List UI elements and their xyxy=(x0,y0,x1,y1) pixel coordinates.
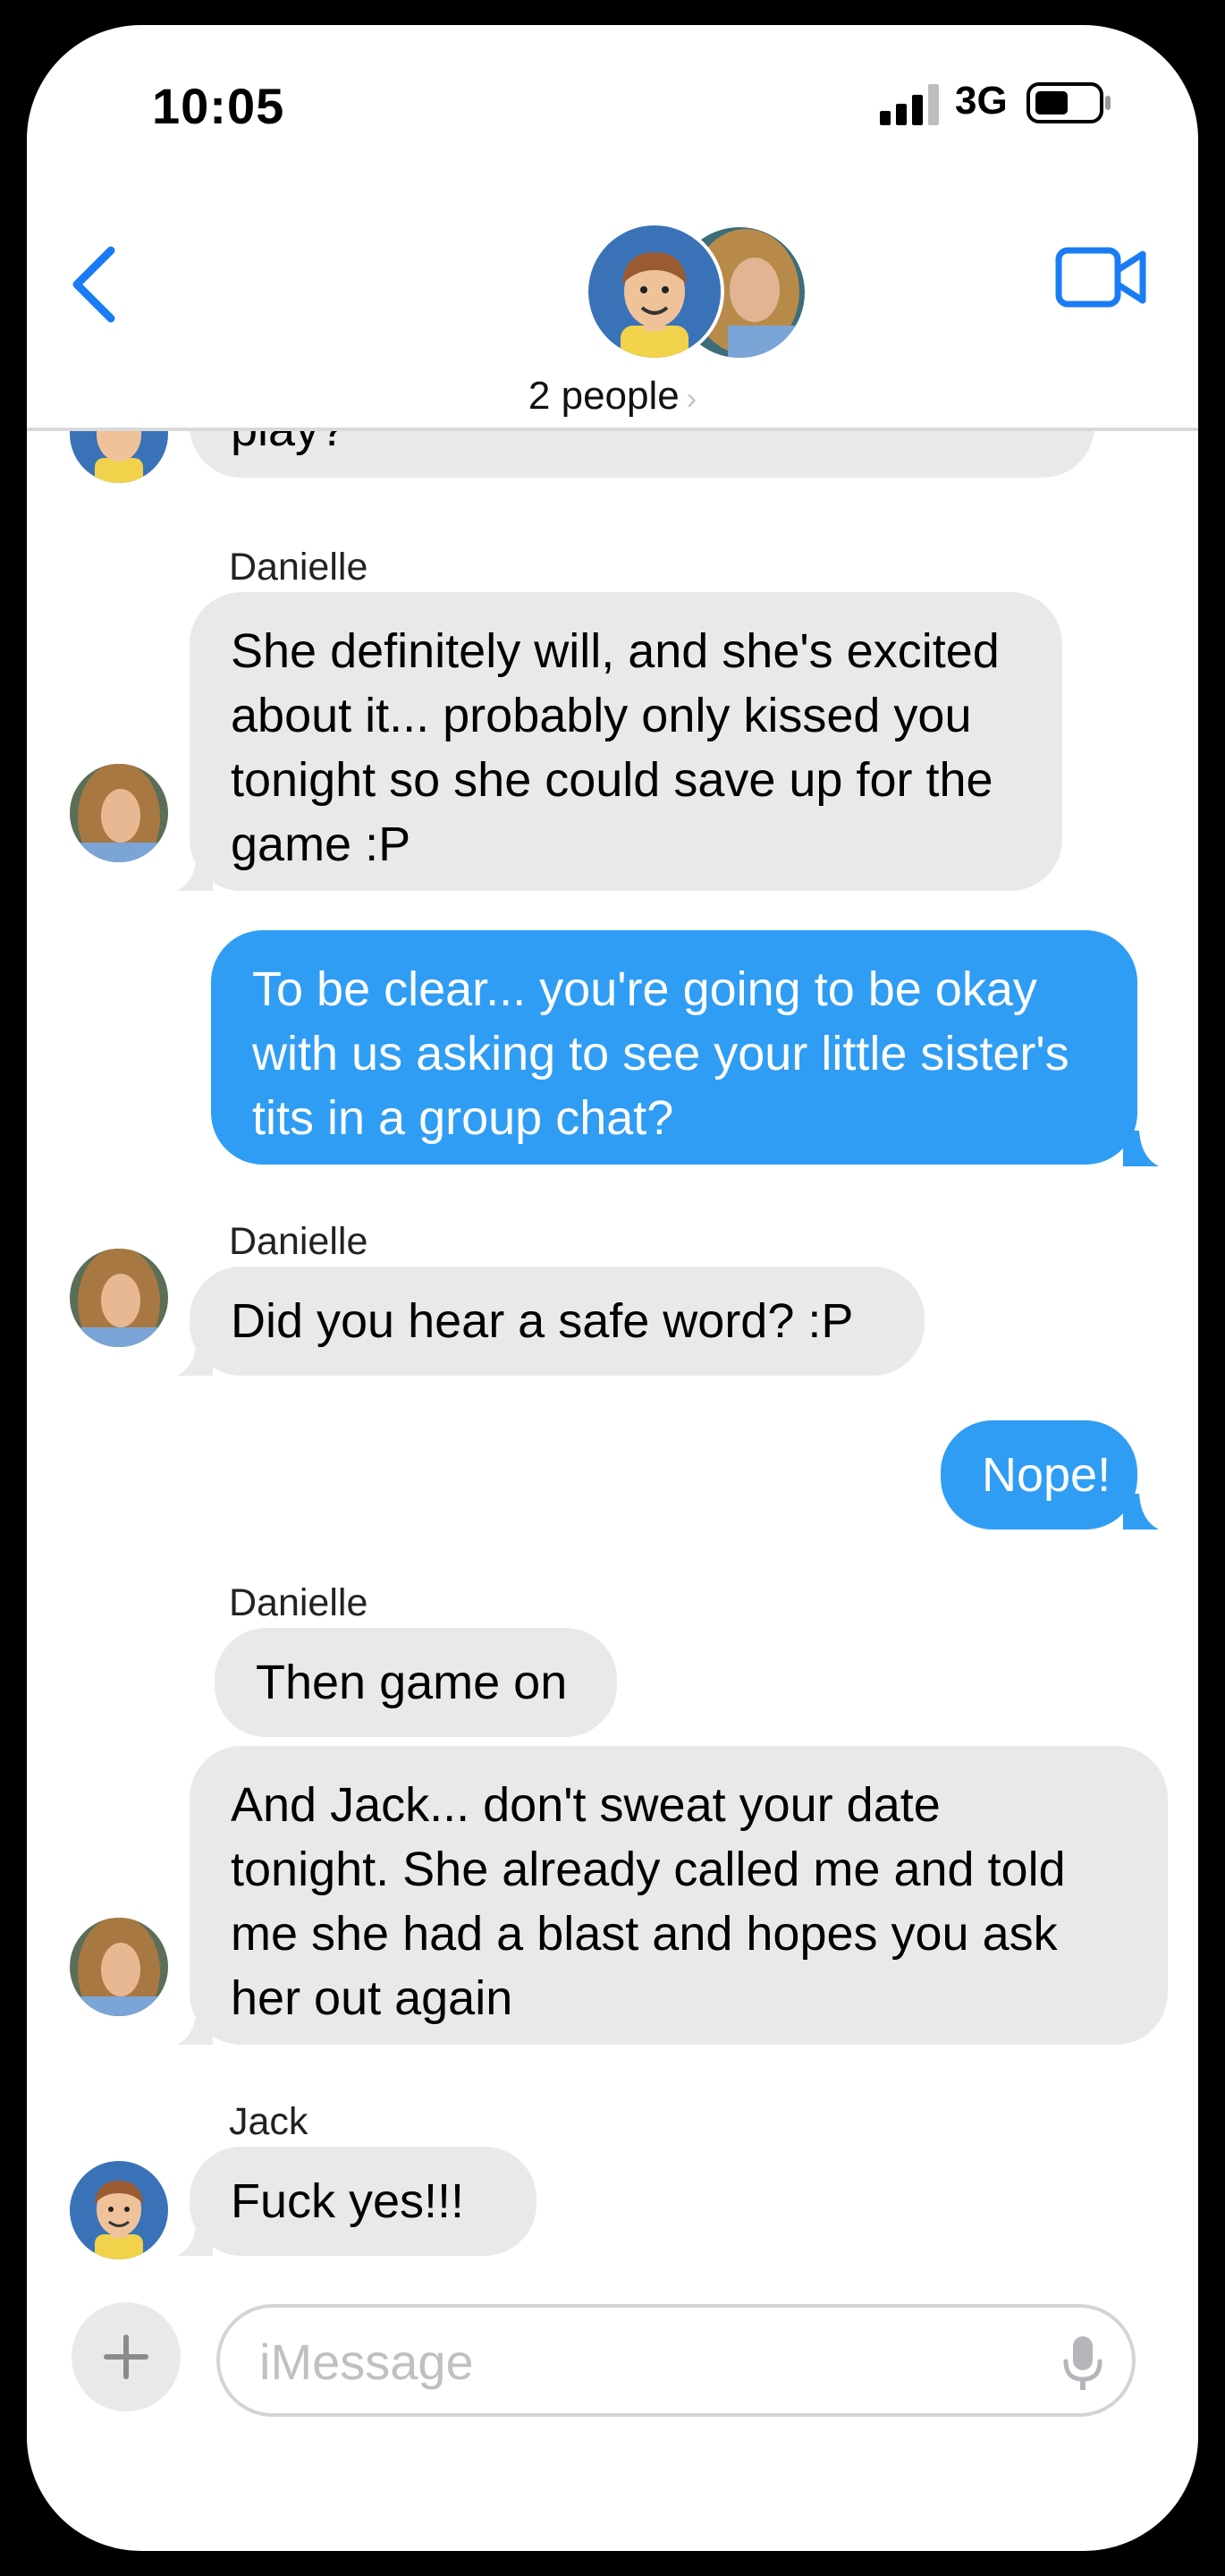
message-text-line: Then game on xyxy=(256,1656,568,1709)
message-input[interactable] xyxy=(258,2329,1030,2394)
bubble-tail xyxy=(177,2220,213,2256)
message-text-line: tonight. She already called me and told xyxy=(231,1843,1066,1896)
group-avatars[interactable] xyxy=(585,222,805,365)
danielle-avatar xyxy=(70,764,168,862)
network-label: 3G xyxy=(955,79,1008,123)
phone-frame: 10:05 3G 2 people › Danielle She definit… xyxy=(0,0,1225,2576)
conversation-header: 2 people › xyxy=(27,159,1198,431)
message-text-line: her out again xyxy=(231,1971,513,2025)
message-text-line: Did you hear a safe word? :P xyxy=(231,1294,854,1348)
jack-avatar xyxy=(585,222,724,361)
message-bubble-incoming[interactable]: Did you hear a safe word? :P xyxy=(190,1267,925,1376)
message-list[interactable]: play? Danielle She definitely will, and … xyxy=(27,431,1198,2292)
conversation-title[interactable]: 2 people › xyxy=(27,374,1198,419)
people-count-label: 2 people xyxy=(528,374,680,418)
sender-name: Danielle xyxy=(229,1220,368,1263)
signal-icon xyxy=(880,84,939,125)
message-text-line: with us asking to see your little sister… xyxy=(252,1027,1069,1080)
message-bubble-incoming[interactable]: play? xyxy=(190,431,1094,478)
message-text-line: game :P xyxy=(231,818,411,871)
message-text: play? xyxy=(231,431,346,462)
battery-icon xyxy=(1026,82,1111,123)
message-text-line: tonight so she could save up for the xyxy=(231,753,993,807)
bubble-tail xyxy=(177,2009,213,2045)
back-chevron-icon[interactable] xyxy=(64,240,127,329)
message-text-line: And Jack... don't sweat your date xyxy=(231,1778,941,1832)
bubble-tail xyxy=(1123,1131,1159,1166)
plus-button[interactable] xyxy=(72,2302,181,2411)
jack-avatar xyxy=(70,431,168,483)
message-bubble-incoming[interactable]: And Jack... don't sweat your date tonigh… xyxy=(190,1746,1168,2045)
bubble-tail xyxy=(177,1340,213,1376)
message-text-line: To be clear... you're going to be okay xyxy=(252,962,1037,1016)
message-input-field[interactable] xyxy=(216,2304,1136,2417)
message-text-line: me she had a blast and hopes you ask xyxy=(231,1907,1058,1961)
message-bubble-incoming[interactable]: Then game on xyxy=(215,1628,617,1737)
sender-name: Jack xyxy=(229,2100,308,2143)
message-bubble-outgoing[interactable]: To be clear... you're going to be okay w… xyxy=(211,930,1137,1165)
message-text-line: about it... probably only kissed you xyxy=(231,689,972,742)
status-bar: 10:05 3G xyxy=(27,25,1198,159)
sender-name: Danielle xyxy=(229,546,368,589)
sender-name: Danielle xyxy=(229,1581,368,1624)
bubble-tail xyxy=(177,855,213,891)
message-bubble-incoming[interactable]: She definitely will, and she's excited a… xyxy=(190,592,1062,891)
message-bubble-incoming[interactable]: Fuck yes!!! xyxy=(190,2147,536,2256)
bubble-tail xyxy=(1123,1494,1159,1530)
danielle-avatar xyxy=(70,1918,168,2016)
message-text-line: Fuck yes!!! xyxy=(231,2174,465,2228)
screen: 10:05 3G 2 people › Danielle She definit… xyxy=(27,25,1198,2551)
danielle-avatar xyxy=(70,1249,168,1347)
status-time: 10:05 xyxy=(152,78,285,134)
message-text-line: She definitely will, and she's excited xyxy=(231,624,1000,678)
message-text-line: tits in a group chat? xyxy=(252,1091,674,1145)
video-camera-icon[interactable] xyxy=(1055,242,1148,313)
jack-avatar xyxy=(70,2161,168,2259)
chevron-right-icon: › xyxy=(686,382,697,416)
message-bubble-outgoing[interactable]: Nope! xyxy=(941,1420,1137,1530)
message-text-line: Nope! xyxy=(982,1448,1111,1502)
microphone-icon[interactable] xyxy=(1060,2334,1105,2392)
